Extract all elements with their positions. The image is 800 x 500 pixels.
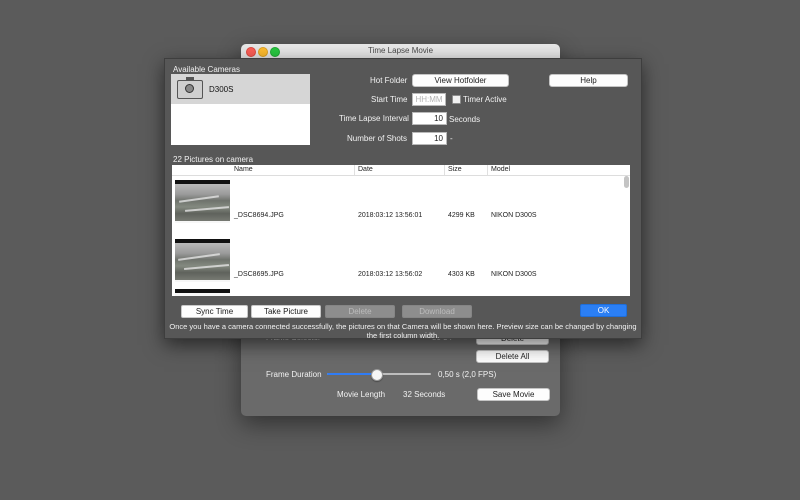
ok-button[interactable]: OK [580, 304, 627, 317]
movie-length-value: 32 Seconds [403, 390, 446, 399]
interval-unit: Seconds [449, 115, 481, 124]
frame-duration-label: Frame Duration [266, 370, 322, 379]
save-movie-button[interactable]: Save Movie [477, 388, 550, 401]
movie-length-label: Movie Length [337, 390, 386, 399]
shots-label: Number of Shots [347, 134, 408, 143]
take-picture-button[interactable]: Take Picture [251, 305, 321, 318]
pictures-table[interactable]: Name Date Size Model _DSC8694.JPG 2018:0… [172, 165, 630, 296]
table-scrollbar[interactable] [624, 176, 629, 188]
view-hotfolder-button[interactable]: View Hotfolder [412, 74, 509, 87]
timer-active-label: Timer Active [463, 95, 507, 104]
picture-thumbnail [175, 239, 230, 282]
cell-model: NIKON D300S [491, 271, 537, 278]
table-row[interactable]: _DSC8694.JPG 2018:03:12 13:56:01 4299 KB… [172, 176, 620, 238]
delete-picture-button[interactable]: Delete [325, 305, 395, 318]
cell-date: 2018:03:12 13:56:02 [358, 271, 423, 278]
camera-list-item[interactable]: D300S [171, 74, 310, 104]
cell-name: _DSC8694.JPG [234, 212, 284, 219]
picture-thumbnail [175, 180, 230, 223]
start-time-input[interactable]: HH:MM [412, 93, 446, 106]
hot-folder-label: Hot Folder [370, 76, 408, 85]
camera-list[interactable]: D300S [171, 74, 310, 145]
cell-size: 4299 KB [448, 212, 475, 219]
table-header: Name Date Size Model [172, 165, 630, 176]
timer-active-checkbox[interactable] [452, 95, 461, 104]
table-row[interactable]: _DSC8695.JPG 2018:03:12 13:56:02 4303 KB… [172, 235, 620, 296]
column-name-header[interactable]: Name [234, 166, 253, 173]
camera-name: D300S [209, 85, 234, 94]
cell-size: 4303 KB [448, 271, 475, 278]
cell-date: 2018:03:12 13:56:01 [358, 212, 423, 219]
cell-name: _DSC8695.JPG [234, 271, 284, 278]
available-cameras-label: Available Cameras [173, 65, 240, 74]
sync-time-button[interactable]: Sync Time [181, 305, 248, 318]
download-button[interactable]: Download [402, 305, 472, 318]
pictures-count-label: 22 Pictures on camera [173, 155, 254, 164]
delete-all-button[interactable]: Delete All [476, 350, 549, 363]
shots-unit: - [450, 134, 453, 143]
interval-input[interactable]: 10 [412, 112, 447, 125]
shots-input[interactable]: 10 [412, 132, 447, 145]
help-note: Once you have a camera connected success… [169, 322, 637, 340]
window-titlebar: Time Lapse Movie [241, 44, 560, 59]
frame-duration-value: 0,50 s (2,0 FPS) [438, 370, 497, 379]
interval-label: Time Lapse Interval [339, 114, 409, 123]
help-button[interactable]: Help [549, 74, 628, 87]
picture-thumbnail [175, 289, 230, 296]
cell-model: NIKON D300S [491, 212, 537, 219]
camera-icon [177, 77, 203, 99]
column-date-header[interactable]: Date [358, 166, 373, 173]
column-model-header[interactable]: Model [491, 166, 510, 173]
window-title: Time Lapse Movie [367, 46, 434, 55]
slider-fill [327, 373, 377, 375]
start-time-label: Start Time [371, 95, 408, 104]
column-size-header[interactable]: Size [448, 166, 462, 173]
